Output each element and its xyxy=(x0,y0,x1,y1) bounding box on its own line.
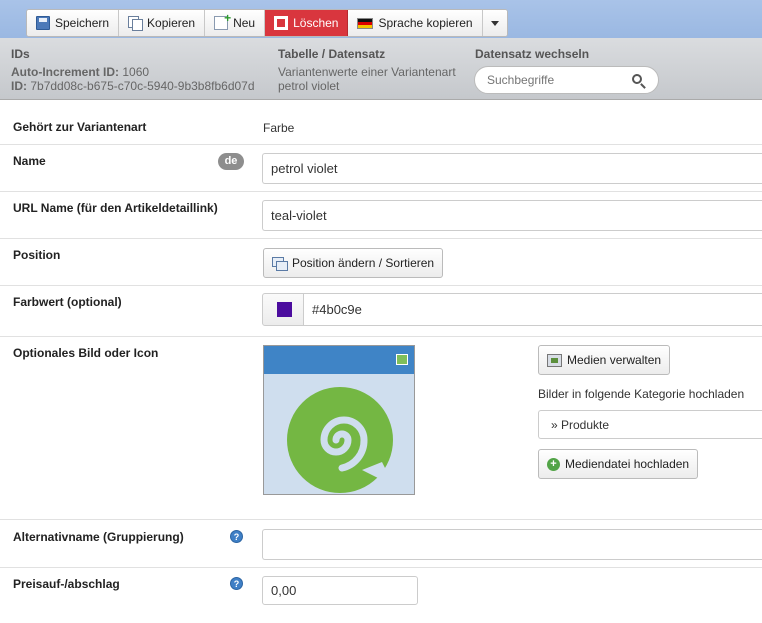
toolbar-area: Speichern Kopieren Neu Löschen Sprache k… xyxy=(0,0,762,38)
media-icon xyxy=(547,353,562,367)
variant-type-label: Gehört zur Variantenart xyxy=(13,120,147,134)
name-field xyxy=(262,153,762,184)
manage-media-button[interactable]: Medien verwalten xyxy=(538,345,671,375)
color-field xyxy=(303,293,762,326)
switch-section: Datensatz wechseln xyxy=(475,47,589,65)
sort-position-label: Position ändern / Sortieren xyxy=(292,256,435,270)
name-input[interactable] xyxy=(269,160,756,177)
upload-media-label: Mediendatei hochladen xyxy=(565,457,690,471)
image-label: Optionales Bild oder Icon xyxy=(13,346,159,360)
auto-increment-value: 1060 xyxy=(122,65,150,79)
search-input[interactable] xyxy=(485,72,625,88)
id-line: ID: 7b7dd08c-b675-c70c-5940-9b3b8fb6d07d xyxy=(11,79,255,93)
german-flag-icon xyxy=(357,17,374,29)
toolbar: Speichern Kopieren Neu Löschen Sprache k… xyxy=(26,9,508,37)
more-actions-dropdown[interactable] xyxy=(482,10,507,36)
copy-label: Kopieren xyxy=(147,16,196,30)
search-icon[interactable] xyxy=(632,74,642,84)
language-badge[interactable]: de xyxy=(218,153,244,170)
record-search xyxy=(474,66,659,94)
url-name-label: URL Name (für den Artikeldetaillink) xyxy=(13,201,218,215)
image-thumbnail-icon[interactable] xyxy=(396,354,408,365)
color-swatch xyxy=(277,302,292,317)
price-label: Preisauf-/abschlag xyxy=(13,577,120,591)
table-section: Tabelle / Datensatz Variantenwerte einer… xyxy=(278,47,456,93)
id-label: ID: xyxy=(11,79,27,93)
record-info-bar: IDs Auto-Increment ID: 1060 ID: 7b7dd08c… xyxy=(0,38,762,100)
auto-increment-label: Auto-Increment ID: xyxy=(11,65,119,79)
id-value: 7b7dd08c-b675-c70c-5940-9b3b8fb6d07d xyxy=(30,79,255,93)
copy-button[interactable]: Kopieren xyxy=(119,10,206,36)
switch-title: Datensatz wechseln xyxy=(475,47,590,61)
price-input[interactable] xyxy=(269,582,411,599)
help-icon[interactable]: ? xyxy=(230,530,243,543)
name-label: Name xyxy=(13,154,46,168)
save-icon xyxy=(36,16,50,30)
copy-icon xyxy=(128,16,144,31)
plus-icon: + xyxy=(547,457,560,471)
auto-increment-line: Auto-Increment ID: 1060 xyxy=(11,65,255,79)
spiral-logo-image xyxy=(287,387,394,493)
alt-name-field xyxy=(262,529,762,560)
delete-button[interactable]: Löschen xyxy=(265,10,349,36)
category-select[interactable]: » Produkte xyxy=(538,410,762,439)
chevron-down-icon xyxy=(490,20,499,26)
image-preview[interactable] xyxy=(263,345,415,495)
table-title: Tabelle / Datensatz xyxy=(278,47,386,61)
help-icon[interactable]: ? xyxy=(230,577,243,590)
delete-label: Löschen xyxy=(293,16,339,30)
category-value: » Produkte xyxy=(551,417,610,432)
sort-icon xyxy=(272,256,288,271)
save-button[interactable]: Speichern xyxy=(27,10,120,36)
alt-name-input[interactable] xyxy=(269,536,756,553)
color-label: Farbwert (optional) xyxy=(13,295,122,309)
url-name-input[interactable] xyxy=(269,207,756,224)
color-picker-button[interactable] xyxy=(262,293,304,326)
save-label: Speichern xyxy=(55,16,110,30)
copy-language-button[interactable]: Sprache kopieren xyxy=(348,10,483,36)
price-field xyxy=(262,576,418,605)
manage-media-label: Medien verwalten xyxy=(567,353,662,367)
upload-media-button[interactable]: + Mediendatei hochladen xyxy=(538,449,699,479)
position-label: Position xyxy=(13,248,61,262)
table-line-1: Variantenwerte einer Variantenart xyxy=(278,65,456,79)
color-input[interactable] xyxy=(310,301,756,318)
upload-category-text: Bilder in folgende Kategorie hochladen xyxy=(538,387,745,401)
delete-icon xyxy=(274,16,289,30)
sort-position-button[interactable]: Position ändern / Sortieren xyxy=(263,248,444,278)
new-icon xyxy=(214,11,231,30)
copy-language-label: Sprache kopieren xyxy=(378,16,473,30)
variant-type-value: Farbe xyxy=(263,121,295,135)
preview-header xyxy=(264,346,414,374)
url-name-field xyxy=(262,200,762,231)
table-line-2: petrol violet xyxy=(278,79,340,93)
ids-section: IDs Auto-Increment ID: 1060 ID: 7b7dd08c… xyxy=(11,47,255,93)
alt-name-label: Alternativname (Gruppierung) xyxy=(13,530,184,544)
ids-title: IDs xyxy=(11,47,30,61)
new-label: Neu xyxy=(233,16,256,30)
new-button[interactable]: Neu xyxy=(205,10,266,36)
